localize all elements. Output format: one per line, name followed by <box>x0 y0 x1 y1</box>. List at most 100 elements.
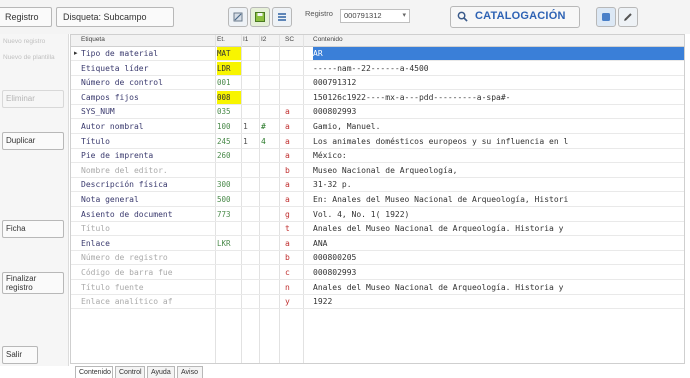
row-subfield-code: a <box>285 151 290 161</box>
table-row[interactable]: Pie de imprenta 260 a México: <box>71 149 684 164</box>
catalog-search-button[interactable]: CATALOGACIÓN <box>450 6 580 28</box>
row-indicator-1 <box>243 281 257 294</box>
table-row[interactable]: ▸ Tipo de material MAT AR <box>71 47 684 61</box>
save-button[interactable] <box>250 7 270 27</box>
row-content[interactable]: ANA <box>313 237 684 250</box>
row-content[interactable]: Anales del Museo Nacional de Arqueología… <box>313 281 684 294</box>
row-indicator-2 <box>261 222 275 235</box>
registro-select-value: 000791312 <box>344 11 382 20</box>
table-row[interactable]: Campos fijos 008 150126c1922----mx-a---pdd… <box>71 90 684 105</box>
new-from-template-link[interactable]: Nuevo de plantilla <box>3 54 63 61</box>
row-indicator-2 <box>261 251 275 264</box>
row-subfield-code: a <box>285 136 290 146</box>
row-content[interactable]: México: <box>313 149 684 162</box>
row-content[interactable]: 000802993 <box>313 105 684 118</box>
row-indicator-2 <box>261 281 275 294</box>
delete-button[interactable]: Eliminar <box>2 90 64 108</box>
row-content[interactable]: AR <box>313 47 684 60</box>
tab-ayuda[interactable]: Ayuda <box>147 366 175 378</box>
edit-icon <box>233 12 243 22</box>
edit-button[interactable] <box>228 7 248 27</box>
row-subfield-code: a <box>285 107 290 117</box>
row-label: Autor nombral <box>81 122 144 131</box>
row-content[interactable]: En: Anales del Museo Nacional de Arqueol… <box>313 193 684 206</box>
table-row[interactable]: SYS_NUM 035 a 000802993 <box>71 105 684 120</box>
exit-button[interactable]: Salir <box>2 346 38 364</box>
row-subfield-code <box>285 62 299 75</box>
table-row[interactable]: Código de barra fue c 000802993 <box>71 266 684 280</box>
help-icon <box>602 13 610 21</box>
header-tag: Et. <box>217 36 225 43</box>
registro-select[interactable]: 000791312 ▾ <box>340 9 410 23</box>
row-indicator-1 <box>243 295 257 308</box>
row-tag <box>217 222 241 235</box>
row-indicator-1 <box>243 178 257 191</box>
row-label: Nombre del editor. <box>81 165 168 175</box>
row-content[interactable]: Los animales domésticos europeos y su in… <box>313 135 684 148</box>
row-content[interactable]: Museo Nacional de Arqueología, <box>313 164 684 177</box>
row-indicator-1 <box>243 208 257 221</box>
table-row[interactable]: Título t Anales del Museo Nacional de Arqu… <box>71 222 684 237</box>
row-indicator-1: 1 <box>243 122 248 131</box>
row-content[interactable]: Gamio, Manuel. <box>313 120 684 133</box>
row-subfield-code <box>285 76 299 89</box>
row-subfield-code: a <box>285 122 290 131</box>
card-button[interactable]: Ficha <box>2 220 64 238</box>
table-row[interactable]: Enlace LKR a ANA <box>71 237 684 251</box>
table-row[interactable]: Nombre del editor. b Museo Nacional de Arq… <box>71 164 684 178</box>
duplicate-button[interactable]: Duplicar <box>2 132 64 150</box>
tab-control[interactable]: Control <box>115 366 145 378</box>
finish-record-button[interactable]: Finalizar registro <box>2 272 64 294</box>
new-record-link[interactable]: Nuevo registro <box>3 38 63 45</box>
row-content[interactable]: 31-32 p. <box>313 178 684 191</box>
table-row[interactable]: Título fuente n Anales del Museo Nacional … <box>71 281 684 295</box>
row-content[interactable]: Vol. 4, No. 1( 1922) <box>313 208 684 221</box>
row-label: Título <box>81 136 110 146</box>
row-indicator-2 <box>261 62 275 75</box>
table-row[interactable]: Número de registro b 000800205 <box>71 251 684 266</box>
row-content[interactable]: 000800205 <box>313 251 684 264</box>
tab-contenido[interactable]: Contenido <box>75 366 113 378</box>
pencil-icon <box>624 13 632 21</box>
header-ind1: I1 <box>243 36 249 43</box>
help-button[interactable] <box>596 7 616 27</box>
row-indicator-1: 1 <box>243 136 248 146</box>
current-row-marker-icon: ▸ <box>74 49 78 57</box>
table-row[interactable]: Nota general 500 a En: Anales del Museo Nac… <box>71 193 684 207</box>
row-content[interactable]: -----nam--22------a-4500 <box>313 62 684 75</box>
row-indicator-2 <box>261 164 275 177</box>
list-view-button[interactable] <box>272 7 292 27</box>
disquette-subfield-button[interactable]: Disqueta: Subcampo <box>56 7 174 27</box>
catalog-title: CATALOGACIÓN <box>475 10 566 22</box>
row-content[interactable]: 1922 <box>313 295 684 308</box>
table-row[interactable]: Autor nombral 100 1 # a Gamio, Manuel. <box>71 120 684 134</box>
row-tag: LKR <box>217 238 231 248</box>
row-indicator-2: # <box>261 122 266 131</box>
row-indicator-2 <box>261 266 275 279</box>
row-subfield-code: t <box>285 224 290 234</box>
row-label: Asiento de document <box>81 209 173 219</box>
table-row[interactable]: Asiento de document 773 g Vol. 4, No. 1( 19… <box>71 208 684 222</box>
registro-select-label: Registro <box>305 9 333 18</box>
table-row[interactable]: Número de control 001 000791312 <box>71 76 684 91</box>
row-content[interactable]: 150126c1922----mx-a---pdd---------a-spa#… <box>313 91 684 104</box>
table-row[interactable]: Etiqueta líder LDR -----nam--22------a-450… <box>71 61 684 76</box>
registro-button[interactable]: Registro <box>0 7 52 27</box>
table-row[interactable]: Enlace analítico af y 1922 <box>71 295 684 310</box>
row-content[interactable]: Anales del Museo Nacional de Arqueología… <box>313 222 684 235</box>
row-subfield-code: a <box>285 195 290 204</box>
tab-aviso[interactable]: Aviso <box>177 366 203 378</box>
table-row[interactable]: Título 245 1 4 a Los animales domésticos euro… <box>71 135 684 149</box>
row-subfield-code: c <box>285 268 290 277</box>
row-label: Campos fijos <box>81 92 139 102</box>
save-icon <box>255 12 265 22</box>
table-row[interactable]: Descripción física 300 a 31-32 p. <box>71 178 684 193</box>
row-content[interactable]: 000791312 <box>313 76 684 89</box>
row-tag <box>217 251 241 264</box>
row-content[interactable]: 000802993 <box>313 266 684 279</box>
grid-header: Etiqueta Et. I1 I2 SC Contenido <box>71 35 684 47</box>
row-tag: 008 <box>217 90 241 104</box>
row-subfield-code: n <box>285 282 290 292</box>
row-indicator-1 <box>243 62 257 75</box>
print-button[interactable] <box>618 7 638 27</box>
